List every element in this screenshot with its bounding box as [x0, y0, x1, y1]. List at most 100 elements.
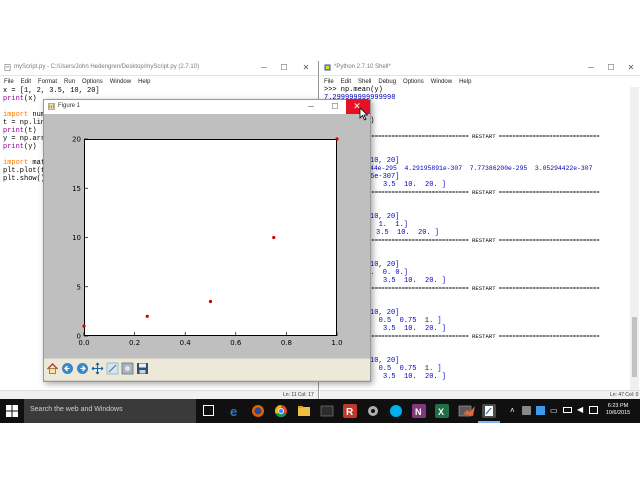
start-button[interactable]	[6, 405, 18, 417]
editor-minimize-button[interactable]: ─	[255, 61, 273, 75]
shell-menu-help[interactable]: Help	[459, 79, 471, 85]
shell-menu-file[interactable]: File	[324, 79, 334, 85]
scatter-point	[272, 235, 276, 240]
code-line: print(x)	[3, 95, 37, 103]
editor-menu-edit[interactable]: Edit	[21, 79, 31, 85]
taskbar: Search the web and Windows e R N X ˄ ▭ ◀…	[0, 399, 640, 423]
terminal-icon[interactable]	[320, 404, 334, 418]
edge-browser-icon[interactable]: e	[228, 404, 242, 419]
x-tick-label: 0.2	[129, 339, 140, 347]
shell-titlebar[interactable]: *Python 2.7.10 Shell* ─ ☐ ✕	[320, 61, 640, 76]
shell-title: *Python 2.7.10 Shell*	[334, 64, 391, 70]
scatter-point	[208, 299, 213, 304]
skype-icon[interactable]	[389, 404, 403, 418]
tray-dropbox-icon[interactable]	[536, 406, 545, 415]
editor-menu-format[interactable]: Format	[38, 79, 57, 85]
figure-maximize-button[interactable]: ☐	[326, 100, 344, 114]
figure-titlebar[interactable]: Figure 1 ─ ☐ ✕	[44, 100, 370, 114]
pan-icon[interactable]	[91, 362, 104, 375]
editor-menu-run[interactable]: Run	[64, 79, 75, 85]
zoom-rect-icon[interactable]	[106, 362, 119, 375]
editor-menu-file[interactable]: File	[4, 79, 14, 85]
x-tick-label: 1.0	[331, 339, 342, 347]
code-text: (y)	[24, 143, 37, 151]
configure-subplots-icon[interactable]	[121, 362, 134, 375]
idle-python-icon[interactable]	[482, 404, 496, 418]
tray-volume-icon[interactable]: ◀	[577, 405, 583, 414]
mouse-cursor-icon	[359, 107, 369, 121]
tray-app-icon[interactable]	[522, 406, 531, 415]
restart-banner: ============================== RESTART =…	[368, 133, 600, 140]
shell-menu-shell[interactable]: Shell	[358, 79, 371, 85]
tray-battery-icon[interactable]	[563, 407, 572, 413]
file-explorer-icon[interactable]	[297, 404, 311, 418]
matplotlib-icon	[48, 103, 55, 110]
shell-scrollbar[interactable]	[630, 87, 639, 390]
editor-maximize-button[interactable]: ☐	[275, 61, 293, 75]
shell-menu-debug[interactable]: Debug	[378, 79, 396, 85]
tray-network-icon[interactable]: ▭	[550, 406, 558, 415]
home-icon[interactable]	[46, 362, 59, 375]
shell-scrollbar-thumb[interactable]	[632, 317, 637, 377]
onenote-icon[interactable]: N	[412, 404, 426, 418]
shell-line: 10, 20]	[370, 157, 400, 165]
editor-titlebar[interactable]: myScript.py - C:/Users/John Hedengren/De…	[0, 61, 318, 76]
shell-line: 6e-307]	[370, 173, 400, 181]
code-keyword: import	[3, 159, 29, 167]
shell-line: 0. 0. 0.]	[366, 269, 409, 277]
task-view-icon[interactable]	[203, 405, 214, 416]
shell-menu-window[interactable]: Window	[431, 79, 452, 85]
y-tick-label: 10	[72, 234, 81, 242]
code-keyword: import	[3, 111, 29, 119]
shell-line: 10, 20]	[370, 213, 400, 221]
taskbar-search-box[interactable]: Search the web and Windows	[24, 399, 196, 423]
restart-banner: ============================== RESTART =…	[368, 285, 600, 292]
editor-menu-options[interactable]: Options	[82, 79, 103, 85]
shell-line: 10, 20]	[370, 357, 400, 365]
code-keyword: print	[3, 95, 25, 103]
y-tick-label: 20	[72, 136, 81, 144]
code-line: print(y)	[3, 143, 37, 151]
forward-arrow-icon[interactable]	[76, 362, 89, 375]
editor-menu-window[interactable]: Window	[110, 79, 131, 85]
firefox-icon[interactable]	[251, 404, 265, 418]
excel-icon[interactable]: X	[435, 404, 449, 418]
y-tick-label: 5	[77, 283, 81, 291]
shell-line: 10, 20]	[370, 309, 400, 317]
save-icon[interactable]	[136, 362, 149, 375]
shell-line: 3.5 10. 20. ]	[383, 325, 447, 333]
code-line: t = np.lin	[3, 119, 46, 127]
shell-menu-edit[interactable]: Edit	[341, 79, 351, 85]
code-text: (t)	[24, 127, 37, 135]
clock-date: 10/6/2015	[605, 410, 631, 416]
tray-clock[interactable]: 6:23 PM 10/6/2015	[603, 403, 633, 417]
shell-menu-options[interactable]: Options	[403, 79, 424, 85]
editor-menu-help[interactable]: Help	[138, 79, 150, 85]
x-tick-label: 0.6	[230, 339, 242, 347]
code-line: plt.plot(t	[3, 167, 46, 175]
clock-time: 6:23 PM	[607, 403, 629, 409]
svg-text:e: e	[230, 404, 237, 418]
gear-app-icon[interactable]	[366, 404, 380, 418]
figure-toolbar	[44, 359, 370, 380]
figure-minimize-button[interactable]: ─	[302, 100, 320, 114]
shell-minimize-button[interactable]: ─	[582, 61, 600, 75]
shell-line: >>> np.mean(y)	[324, 86, 383, 94]
rstudio-icon[interactable]: R	[343, 404, 357, 418]
restart-banner: ============================== RESTART =…	[368, 237, 600, 244]
shell-line: . 1. 1.]	[366, 221, 409, 229]
tray-keyboard-icon[interactable]	[589, 406, 598, 414]
scatter-point	[335, 137, 339, 141]
shell-close-button[interactable]: ✕	[622, 61, 640, 75]
restart-banner: ============================== RESTART =…	[368, 333, 600, 340]
back-arrow-icon[interactable]	[61, 362, 74, 375]
y-tick-label: 0	[77, 333, 81, 341]
shell-line: 44e-295 4.29195891e-307 7.77386200e-295 …	[370, 165, 593, 172]
shell-line: 5 0.5 0.75 1. ]	[366, 317, 442, 325]
matlab-logo-icon[interactable]	[462, 404, 476, 418]
shell-line: 10, 20]	[370, 261, 400, 269]
tray-chevron-icon[interactable]: ˄	[510, 406, 515, 415]
shell-maximize-button[interactable]: ☐	[602, 61, 620, 75]
editor-close-button[interactable]: ✕	[297, 61, 315, 75]
chrome-icon[interactable]	[274, 404, 288, 418]
